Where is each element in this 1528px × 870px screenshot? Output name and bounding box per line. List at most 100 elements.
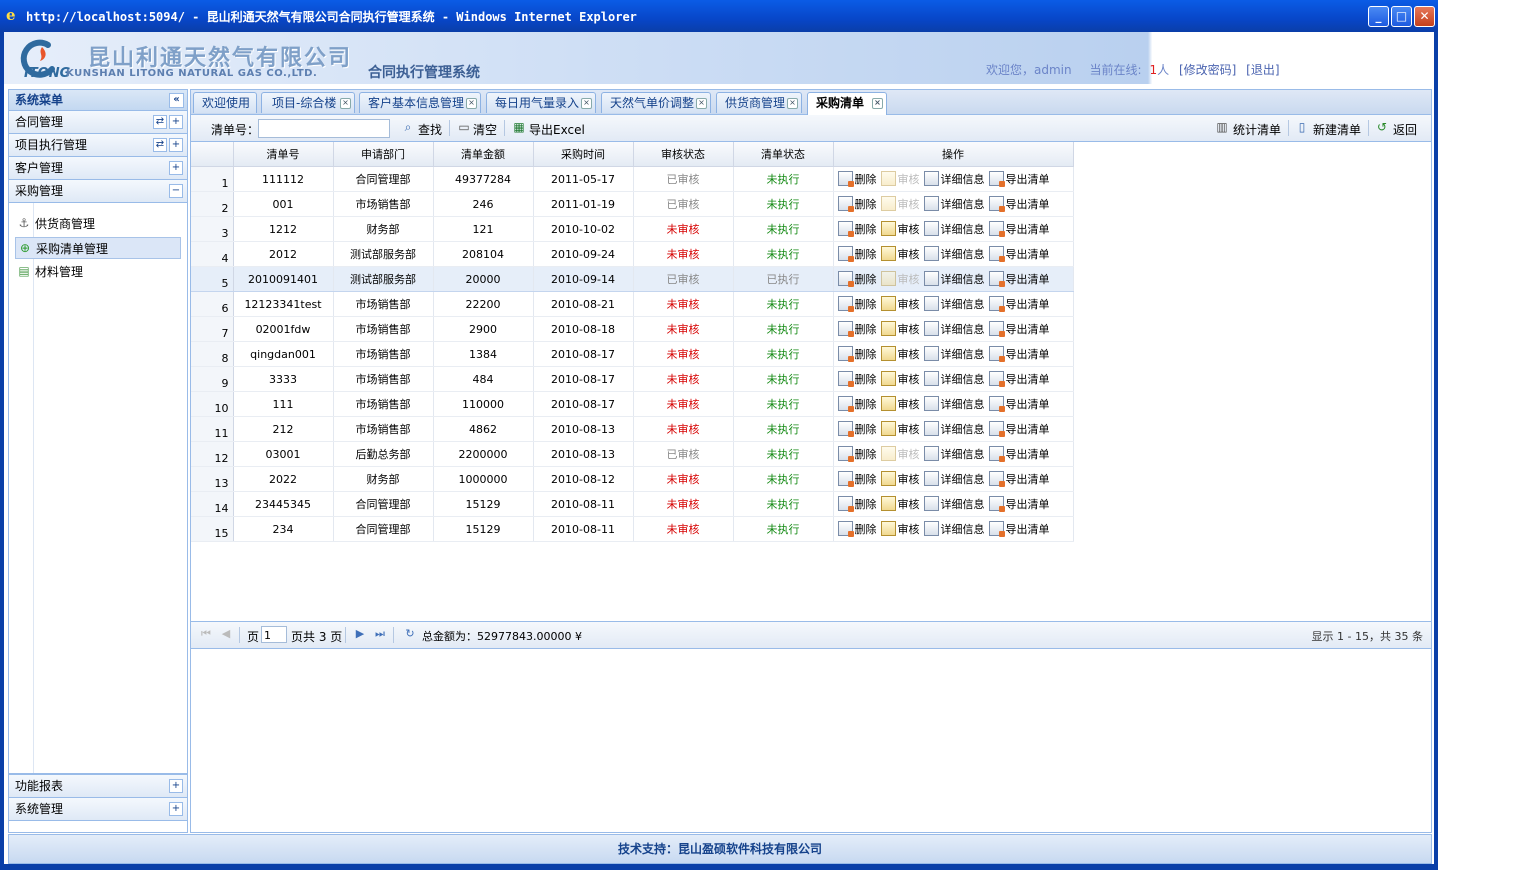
export-list-button[interactable]: 导出清单 bbox=[988, 371, 1050, 387]
collapse-icon[interactable]: − bbox=[169, 184, 183, 198]
export-list-button[interactable]: 导出清单 bbox=[988, 446, 1050, 462]
delete-button[interactable]: 删除 bbox=[837, 321, 877, 337]
column-header[interactable]: 采购时间 bbox=[533, 142, 634, 167]
tab-customer-info[interactable]: 客户基本信息管理 × bbox=[359, 92, 481, 113]
next-page-icon[interactable]: ▶ bbox=[353, 627, 367, 641]
delete-button[interactable]: 删除 bbox=[837, 221, 877, 237]
expand-icon[interactable]: + bbox=[169, 138, 183, 152]
column-header[interactable]: 审核状态 bbox=[633, 142, 734, 167]
detail-button[interactable]: 详细信息 bbox=[923, 221, 985, 237]
detail-button[interactable]: 详细信息 bbox=[923, 346, 985, 362]
tab-project[interactable]: 项目-综合楼 × bbox=[261, 92, 355, 113]
audit-button[interactable]: 审核 bbox=[880, 396, 920, 412]
close-tab-icon[interactable]: × bbox=[466, 98, 477, 109]
delete-button[interactable]: 删除 bbox=[837, 471, 877, 487]
export-list-button[interactable]: 导出清单 bbox=[988, 246, 1050, 262]
table-row[interactable]: 3 1212 财务部 121 2010-10-02 未审核 未执行 删除 审核 详细信息 导出清单 bbox=[191, 216, 1074, 242]
table-row[interactable]: 4 2012 测试部服务部 208104 2010-09-24 未审核 未执行 删除 审核 详细信… bbox=[191, 241, 1074, 267]
detail-button[interactable]: 详细信息 bbox=[923, 271, 985, 287]
delete-button[interactable]: 删除 bbox=[837, 496, 877, 512]
detail-button[interactable]: 详细信息 bbox=[923, 446, 985, 462]
table-row[interactable]: 12 03001 后勤总务部 2200000 2010-08-13 已审核 未执行 删除 审核 详… bbox=[191, 441, 1074, 467]
table-row[interactable]: 10 111 市场销售部 110000 2010-08-17 未审核 未执行 删除 审核 详细信息… bbox=[191, 391, 1074, 417]
table-row[interactable]: 7 02001fdw 市场销售部 2900 2010-08-18 未审核 未执行 删除 审核 详细… bbox=[191, 316, 1074, 342]
close-window-button[interactable]: ✕ bbox=[1414, 6, 1435, 27]
delete-button[interactable]: 删除 bbox=[837, 196, 877, 212]
refresh-icon[interactable]: ↻ bbox=[403, 627, 417, 641]
export-list-button[interactable]: 导出清单 bbox=[988, 421, 1050, 437]
export-list-button[interactable]: 导出清单 bbox=[988, 171, 1050, 187]
delete-button[interactable]: 删除 bbox=[837, 296, 877, 312]
audit-button[interactable]: 审核 bbox=[880, 346, 920, 362]
last-page-icon[interactable]: ⏭ bbox=[373, 627, 387, 641]
tab-gas-price[interactable]: 天然气单价调整 × bbox=[601, 92, 711, 113]
audit-button[interactable]: 审核 bbox=[880, 321, 920, 337]
table-row[interactable]: 11 212 市场销售部 4862 2010-08-13 未审核 未执行 删除 审核 详细信息 导出… bbox=[191, 416, 1074, 442]
minimize-button[interactable]: _ bbox=[1368, 6, 1389, 27]
sidebar-section-customer[interactable]: 客户管理 + bbox=[9, 157, 187, 180]
export-excel-button[interactable]: 导出Excel bbox=[529, 121, 585, 138]
delete-button[interactable]: 删除 bbox=[837, 346, 877, 362]
close-tab-icon[interactable]: × bbox=[581, 98, 592, 109]
logout-link[interactable]: [退出] bbox=[1246, 63, 1279, 77]
delete-button[interactable]: 删除 bbox=[837, 421, 877, 437]
sidebar-item-supplier[interactable]: ⚓ 供货商管理 bbox=[15, 213, 181, 235]
detail-button[interactable]: 详细信息 bbox=[923, 396, 985, 412]
tab-daily-gas[interactable]: 每日用气量录入 × bbox=[486, 92, 596, 113]
table-row[interactable]: 9 3333 市场销售部 484 2010-08-17 未审核 未执行 删除 审核 详细信息 导出清… bbox=[191, 366, 1074, 392]
close-tab-icon[interactable]: × bbox=[872, 98, 883, 109]
detail-button[interactable]: 详细信息 bbox=[923, 246, 985, 262]
column-header[interactable]: 清单号 bbox=[233, 142, 334, 167]
delete-button[interactable]: 删除 bbox=[837, 246, 877, 262]
table-row[interactable]: 13 2022 财务部 1000000 2010-08-12 未审核 未执行 删除 审核 详细信息… bbox=[191, 466, 1074, 492]
sidebar-section-reports[interactable]: 功能报表 + bbox=[9, 774, 187, 798]
audit-button[interactable]: 审核 bbox=[880, 421, 920, 437]
column-header[interactable]: 清单状态 bbox=[733, 142, 834, 167]
sidebar-section-project[interactable]: 项目执行管理 ⇄ + bbox=[9, 134, 187, 157]
export-list-button[interactable]: 导出清单 bbox=[988, 471, 1050, 487]
expand-icon[interactable]: + bbox=[169, 115, 183, 129]
detail-button[interactable]: 详细信息 bbox=[923, 496, 985, 512]
detail-button[interactable]: 详细信息 bbox=[923, 371, 985, 387]
sidebar-section-contract[interactable]: 合同管理 ⇄ + bbox=[9, 111, 187, 134]
export-list-button[interactable]: 导出清单 bbox=[988, 396, 1050, 412]
audit-button[interactable]: 审核 bbox=[880, 471, 920, 487]
detail-button[interactable]: 详细信息 bbox=[923, 421, 985, 437]
export-list-button[interactable]: 导出清单 bbox=[988, 496, 1050, 512]
prev-page-icon[interactable]: ◀ bbox=[219, 627, 233, 641]
export-list-button[interactable]: 导出清单 bbox=[988, 296, 1050, 312]
tab-purchase-list[interactable]: 采购清单 × bbox=[807, 92, 887, 115]
delete-button[interactable]: 删除 bbox=[837, 371, 877, 387]
export-list-button[interactable]: 导出清单 bbox=[988, 196, 1050, 212]
export-list-button[interactable]: 导出清单 bbox=[988, 271, 1050, 287]
search-button[interactable]: 查找 bbox=[418, 121, 442, 138]
tab-supplier[interactable]: 供货商管理 × bbox=[716, 92, 802, 113]
refresh-icon[interactable]: ⇄ bbox=[153, 115, 167, 129]
maximize-button[interactable]: □ bbox=[1391, 6, 1412, 27]
audit-button[interactable]: 审核 bbox=[880, 521, 920, 537]
sidebar-section-purchase[interactable]: 采购管理 − bbox=[9, 180, 187, 203]
delete-button[interactable]: 删除 bbox=[837, 171, 877, 187]
sidebar-item-material[interactable]: ▤ 材料管理 bbox=[15, 261, 181, 283]
expand-icon[interactable]: + bbox=[169, 779, 183, 793]
column-header[interactable]: 申请部门 bbox=[333, 142, 434, 167]
table-row[interactable]: 5 2010091401 测试部服务部 20000 2010-09-14 已审核 已执行 删除… bbox=[191, 266, 1074, 292]
detail-button[interactable]: 详细信息 bbox=[923, 471, 985, 487]
export-list-button[interactable]: 导出清单 bbox=[988, 321, 1050, 337]
new-list-button[interactable]: 新建清单 bbox=[1313, 121, 1361, 138]
expand-icon[interactable]: + bbox=[169, 802, 183, 816]
audit-button[interactable]: 审核 bbox=[880, 296, 920, 312]
close-tab-icon[interactable]: × bbox=[787, 98, 798, 109]
audit-button[interactable]: 审核 bbox=[880, 371, 920, 387]
first-page-icon[interactable]: ⏮ bbox=[199, 627, 213, 641]
detail-button[interactable]: 详细信息 bbox=[923, 321, 985, 337]
table-row[interactable]: 1 111112 合同管理部 49377284 2011-05-17 已审核 未执行 删除 审核… bbox=[191, 166, 1074, 192]
export-list-button[interactable]: 导出清单 bbox=[988, 346, 1050, 362]
delete-button[interactable]: 删除 bbox=[837, 396, 877, 412]
table-row[interactable]: 8 qingdan001 市场销售部 1384 2010-08-17 未审核 未执行 删除 审核… bbox=[191, 341, 1074, 367]
back-button[interactable]: 返回 bbox=[1393, 121, 1417, 138]
table-row[interactable]: 15 234 合同管理部 15129 2010-08-11 未审核 未执行 删除 审核 详细信息 导… bbox=[191, 516, 1074, 542]
table-row[interactable]: 6 12123341test 市场销售部 22200 2010-08-21 未审核 未执行删… bbox=[191, 291, 1074, 317]
stats-button[interactable]: 统计清单 bbox=[1233, 121, 1281, 138]
delete-button[interactable]: 删除 bbox=[837, 521, 877, 537]
